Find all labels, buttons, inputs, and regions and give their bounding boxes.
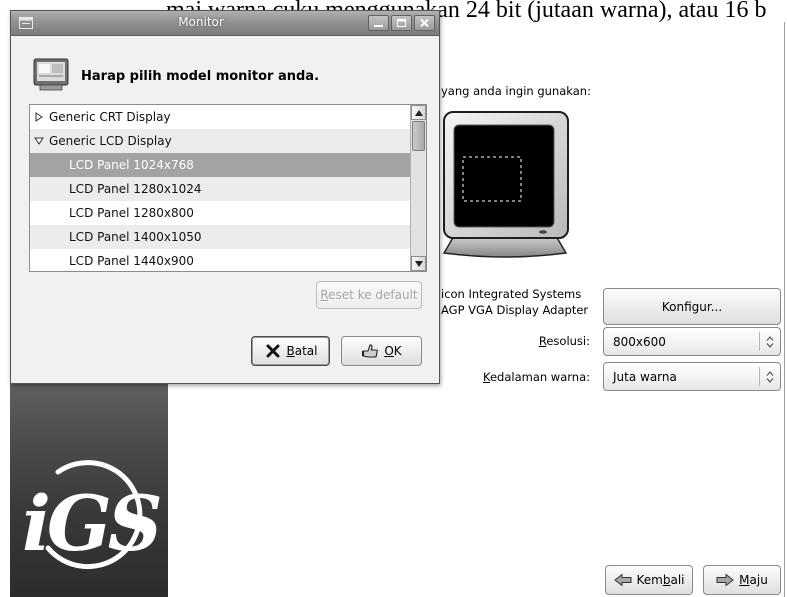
resolution-label-text: Resolusi: xyxy=(538,334,590,348)
scrollbar-thumb[interactable] xyxy=(412,121,425,151)
color-depth-label: Kedalaman warna: xyxy=(440,370,590,384)
scroll-up-arrow-icon xyxy=(415,110,423,116)
tree-row-label: LCD Panel 1400x1050 xyxy=(69,230,202,244)
back-arrow-icon xyxy=(613,572,632,588)
ok-button-label: OK xyxy=(384,344,402,358)
color-depth-combo[interactable]: Juta warna xyxy=(603,362,781,391)
tree-row-group[interactable]: Generic CRT Display xyxy=(30,105,410,129)
resolution-value: 800x600 xyxy=(613,334,666,349)
tree-row[interactable]: LCD Panel 1400x1050 xyxy=(30,225,410,249)
combo-divider xyxy=(759,332,760,351)
video-card-model: AGP VGA Display Adapter xyxy=(441,303,589,317)
tree-row-label: LCD Panel 1440x900 xyxy=(69,254,194,268)
monitor-instruction: yang anda ingin gunakan: xyxy=(441,84,591,98)
tree-row[interactable]: LCD Panel 1280x800 xyxy=(30,201,410,225)
tree-row-label: LCD Panel 1280x1024 xyxy=(69,182,202,196)
crt-monitor-illustration xyxy=(442,111,569,258)
back-button[interactable]: Kembali xyxy=(605,565,693,595)
tree-row-label: LCD Panel 1280x800 xyxy=(69,206,194,220)
tree-row-label: Generic LCD Display xyxy=(49,134,172,148)
maximize-icon xyxy=(397,19,406,27)
cancel-icon xyxy=(264,343,282,359)
spin-arrows-icon xyxy=(766,370,774,383)
monitor-model-list[interactable]: Generic CRT Display Generic LCD Display … xyxy=(29,104,427,272)
reset-default-label: Reset ke default xyxy=(320,288,418,302)
configure-button[interactable]: Konfigur... xyxy=(603,288,781,325)
monitor-icon xyxy=(33,58,69,91)
reset-default-button[interactable]: Reset ke default xyxy=(316,281,422,309)
ok-icon xyxy=(361,343,379,359)
scroll-up-button[interactable] xyxy=(411,105,426,120)
minimize-button[interactable] xyxy=(368,15,389,31)
color-depth-label-text: Kedalaman warna: xyxy=(482,370,590,384)
combo-divider xyxy=(759,367,760,386)
tree-row-selected[interactable]: LCD Panel 1024x768 xyxy=(30,153,410,177)
minimize-icon xyxy=(374,25,383,27)
svg-text:iGS: iGS xyxy=(22,479,160,568)
tree-row-group[interactable]: Generic LCD Display xyxy=(30,129,410,153)
close-icon xyxy=(420,18,429,28)
maximize-button[interactable] xyxy=(391,15,412,31)
dialog-title: Monitor xyxy=(178,15,224,29)
tree-row[interactable]: LCD Panel 1280x1024 xyxy=(30,177,410,201)
close-button[interactable] xyxy=(414,15,435,31)
tree-row-label: Generic CRT Display xyxy=(49,110,171,124)
spin-arrows-icon xyxy=(766,335,774,348)
tree-row-label: LCD Panel 1024x768 xyxy=(69,158,194,172)
back-button-label: Kembali xyxy=(636,573,685,587)
monitor-dialog: Monitor Harap pilih model monitor anda. xyxy=(10,10,440,384)
window-menu-icon[interactable] xyxy=(19,17,33,29)
dialog-heading: Harap pilih model monitor anda. xyxy=(81,69,320,84)
tree-row[interactable]: LCD Panel 1440x900 xyxy=(30,249,410,271)
collapsed-arrow-icon[interactable] xyxy=(34,112,44,122)
expanded-arrow-icon[interactable] xyxy=(34,136,44,146)
screenshot-page: iGS yang anda ingin gunakan: icon Integr… xyxy=(0,0,787,597)
scroll-down-button[interactable] xyxy=(411,256,426,271)
resolution-combo[interactable]: 800x600 xyxy=(603,327,781,356)
configure-button-label: Konfigur... xyxy=(661,299,723,314)
ok-button[interactable]: OK xyxy=(341,336,422,366)
next-button[interactable]: Maju xyxy=(703,565,781,595)
installer-frame-border xyxy=(784,22,785,597)
resolution-label: Resolusi: xyxy=(440,334,590,348)
dialog-titlebar[interactable]: Monitor xyxy=(11,11,439,36)
scroll-down-arrow-icon xyxy=(415,261,423,267)
list-scrollbar[interactable] xyxy=(410,105,426,271)
cancel-button-label: Batal xyxy=(286,344,318,358)
next-button-label: Maju xyxy=(739,573,768,587)
forward-arrow-icon xyxy=(716,572,734,588)
cancel-button[interactable]: Batal xyxy=(251,336,330,366)
video-card-vendor: icon Integrated Systems xyxy=(441,287,582,301)
igos-logo: iGS xyxy=(22,460,160,570)
color-depth-value: Juta warna xyxy=(613,369,677,384)
